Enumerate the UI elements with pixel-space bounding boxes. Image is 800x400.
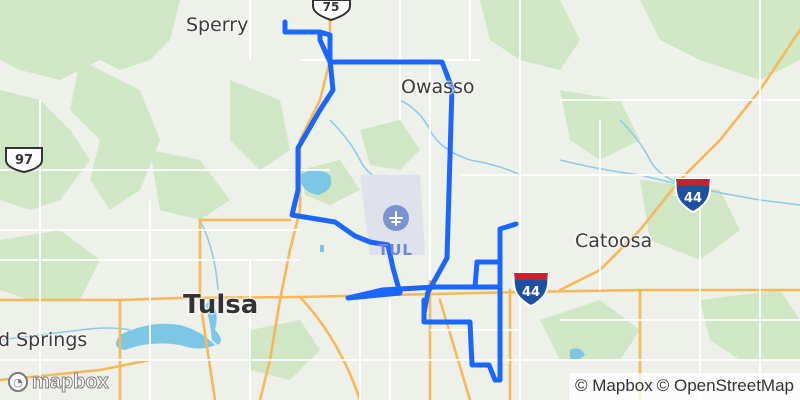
us97-shield-label: 97 [15, 153, 33, 168]
place-label-owasso: Owasso [401, 76, 475, 98]
place-label-sand-springs: d Springs [0, 329, 88, 351]
attribution-mapbox-link[interactable]: © Mapbox [575, 376, 653, 396]
place-label-tulsa: Tulsa [183, 290, 259, 320]
i44-shield-center-label: 44 [522, 285, 540, 300]
i44-shield-center-icon: 44 [512, 272, 550, 308]
place-label-sperry: Sperry [186, 14, 249, 36]
map-view[interactable]: 75 97 44 44 Sperry Owasso Catoosa Tulsa … [0, 0, 800, 400]
i44-shield-east-label: 44 [684, 191, 702, 206]
us75-shield-label: 75 [323, 0, 340, 14]
mapbox-logo-text: mapbox [32, 370, 110, 393]
attribution-osm-link[interactable]: © OpenStreetMap [657, 376, 794, 396]
map-canvas: 75 97 44 44 [0, 0, 800, 400]
place-label-catoosa: Catoosa [575, 230, 653, 252]
airport-label: TUL [378, 241, 413, 259]
us97-shield-icon: 97 [5, 147, 43, 174]
us75-shield-icon: 75 [312, 0, 351, 22]
mapbox-logo[interactable]: ◔ mapbox [8, 370, 109, 394]
mapbox-logo-icon: ◔ [8, 372, 28, 392]
map-attribution: © Mapbox © OpenStreetMap [569, 373, 800, 400]
